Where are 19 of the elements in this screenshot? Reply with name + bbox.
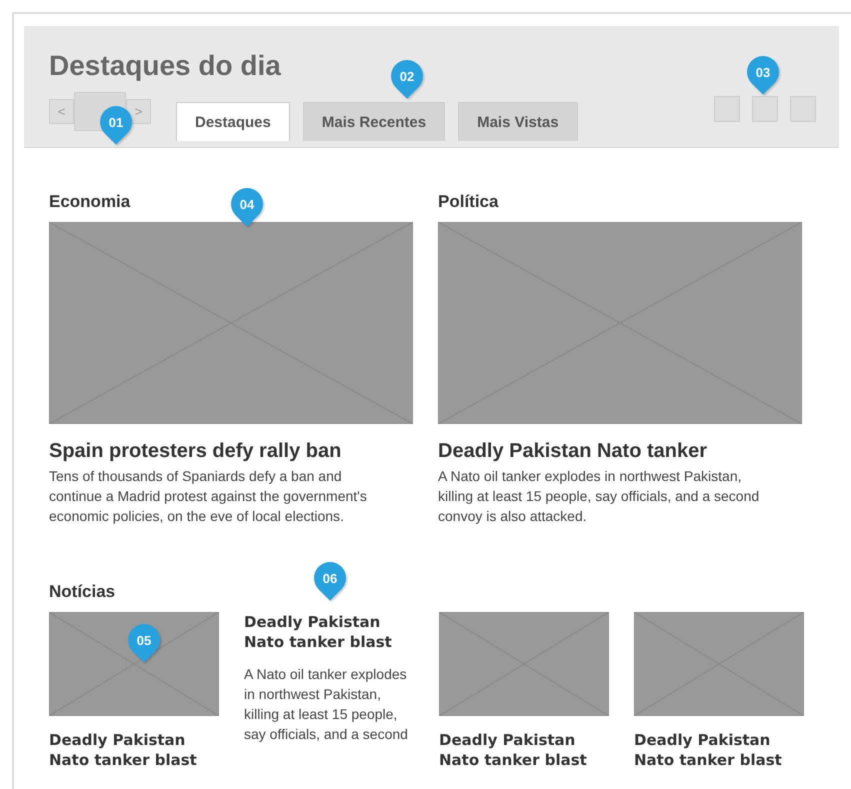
article-headline[interactable]: Deadly Pakistan Nato tanker blast: [634, 730, 804, 770]
section-heading: Notícias: [49, 581, 116, 603]
view-button[interactable]: [714, 96, 740, 122]
article-summary: A Nato oil tanker explodes in northwest Pakistan, killing at least 15 people, say officials, and a second convoy is also attacked.: [438, 467, 760, 526]
article-headline[interactable]: Deadly Pakistan Nato tanker blast: [439, 730, 609, 770]
section-heading: Economia: [49, 191, 130, 213]
article-headline[interactable]: Deadly Pakistan Nato tanker blast: [49, 730, 219, 770]
article-summary: A Nato oil tanker explodes in northwest Pakistan, killing at least 15 people, say officials, and a second: [244, 665, 409, 744]
view-button[interactable]: [752, 96, 778, 122]
article-headline[interactable]: Deadly Pakistan Nato tanker: [438, 438, 802, 464]
tab[interactable]: Mais Recentes: [302, 102, 446, 141]
article-headline[interactable]: Deadly Pakistan Nato tanker blast: [244, 612, 414, 652]
view-button[interactable]: [790, 96, 816, 122]
page-title: Destaques do dia: [49, 49, 281, 83]
tab[interactable]: Destaques: [176, 102, 290, 141]
article-summary: Tens of thousands of Spaniards defy a ban and continue a Madrid protest against the government's economic policies, on the eve of local elections.: [49, 467, 368, 526]
section-heading: Política: [438, 191, 498, 213]
tab[interactable]: Mais Vistas: [458, 102, 578, 141]
article-headline[interactable]: Spain protesters defy rally ban: [49, 438, 413, 464]
